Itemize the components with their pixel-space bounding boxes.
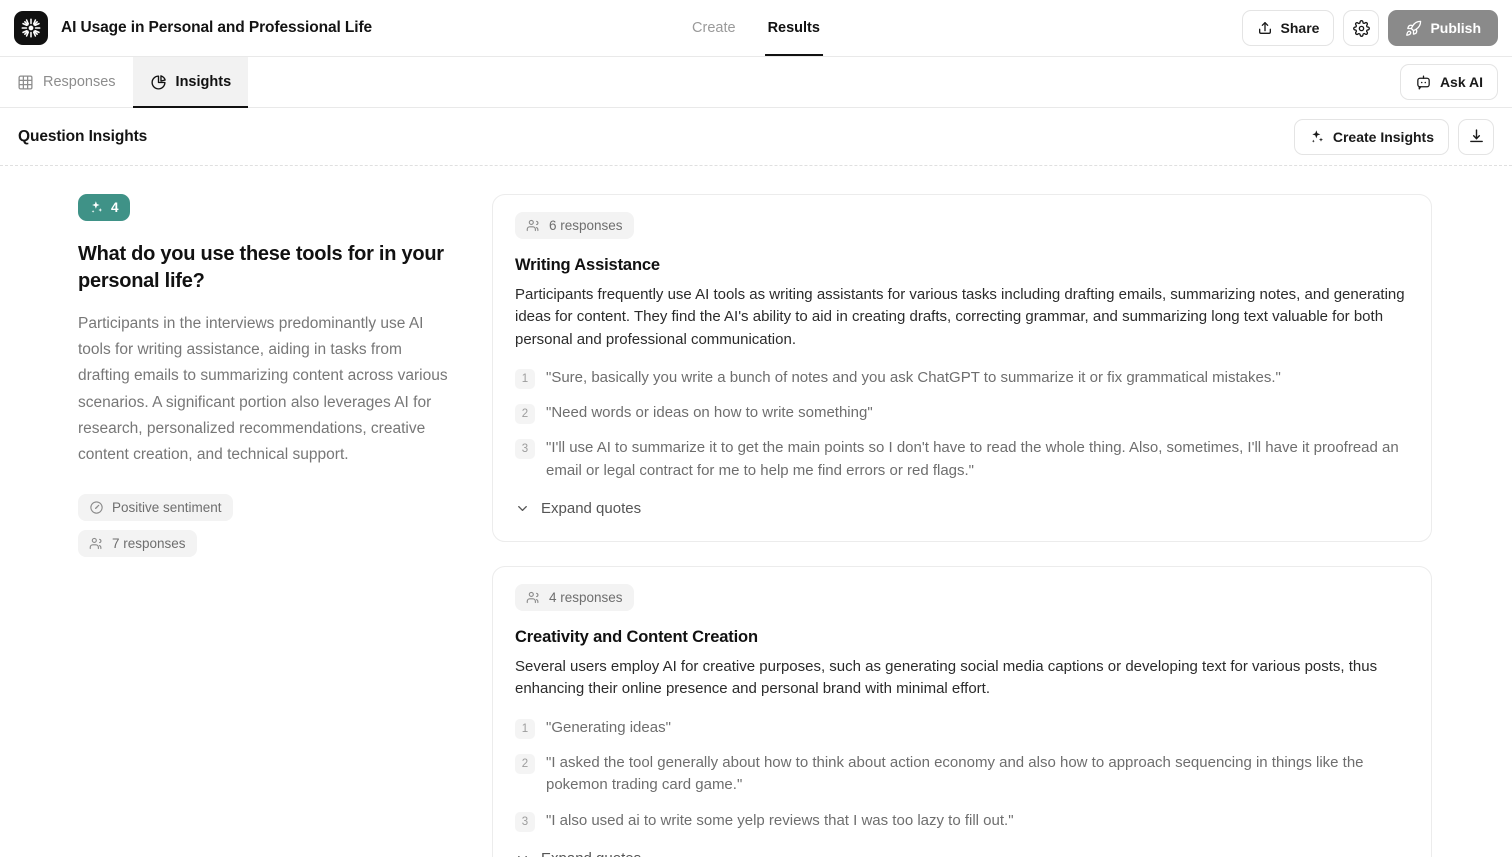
quote-text: "I'll use AI to summarize it to get the …	[546, 437, 1411, 482]
responses-label: 7 responses	[112, 536, 186, 551]
main-tabs: Create Results	[689, 0, 823, 56]
list-item: 2 "Need words or ideas on how to write s…	[515, 402, 1411, 424]
insight-count-badge: 4	[78, 194, 130, 221]
publish-label: Publish	[1430, 20, 1481, 36]
quote-number: 2	[515, 404, 535, 424]
page-header: Question Insights Create Insights	[0, 108, 1512, 166]
table-grid-icon	[17, 74, 34, 91]
card-description: Participants frequently use AI tools as …	[515, 284, 1411, 351]
list-item: 3 "I'll use AI to summarize it to get th…	[515, 437, 1411, 482]
card-quotes: 1 "Sure, basically you write a bunch of …	[515, 367, 1411, 482]
page-title: Question Insights	[18, 128, 147, 146]
card-responses-label: 6 responses	[549, 218, 623, 233]
tab-create[interactable]: Create	[689, 0, 739, 56]
share-label: Share	[1281, 20, 1320, 36]
sub-nav-actions: Ask AI	[1400, 57, 1498, 107]
create-insights-label: Create Insights	[1333, 129, 1434, 145]
top-bar: AI Usage in Personal and Professional Li…	[0, 0, 1512, 57]
chevron-down-icon	[515, 851, 530, 857]
card-description: Several users employ AI for creative pur…	[515, 656, 1411, 701]
publish-button[interactable]: Publish	[1388, 10, 1498, 46]
card-responses-badge: 6 responses	[515, 212, 634, 239]
share-upload-icon	[1257, 20, 1273, 36]
status-badge-sentiment: Positive sentiment	[78, 494, 233, 521]
page-header-actions: Create Insights	[1294, 119, 1494, 155]
settings-button[interactable]	[1343, 10, 1379, 46]
robot-bot-icon	[1415, 74, 1432, 91]
expand-quotes-button[interactable]: Expand quotes	[515, 850, 641, 857]
gear-icon	[1353, 20, 1370, 37]
ask-ai-label: Ask AI	[1440, 74, 1483, 90]
gauge-sentiment-icon	[89, 500, 104, 515]
download-icon	[1468, 128, 1485, 145]
list-item: 3 "I also used ai to write some yelp rev…	[515, 810, 1411, 832]
card-responses-label: 4 responses	[549, 590, 623, 605]
sparkles-icon	[89, 200, 104, 215]
list-item: 1 "Sure, basically you write a bunch of …	[515, 367, 1411, 389]
sparkles-icon	[1309, 129, 1325, 145]
quote-text: "I asked the tool generally about how to…	[546, 752, 1411, 797]
card-quotes: 1 "Generating ideas" 2 "I asked the tool…	[515, 717, 1411, 832]
tab-results[interactable]: Results	[765, 0, 823, 56]
expand-quotes-label: Expand quotes	[541, 500, 641, 517]
quote-number: 1	[515, 369, 535, 389]
quote-number: 2	[515, 754, 535, 774]
users-icon	[526, 590, 541, 605]
share-button[interactable]: Share	[1242, 10, 1335, 46]
list-item: 1 "Generating ideas"	[515, 717, 1411, 739]
app-title: AI Usage in Personal and Professional Li…	[61, 19, 372, 37]
card-title: Writing Assistance	[515, 256, 1411, 275]
expand-quotes-label: Expand quotes	[541, 850, 641, 857]
download-button[interactable]	[1458, 119, 1494, 155]
list-item: 2 "I asked the tool generally about how …	[515, 752, 1411, 797]
quote-number: 3	[515, 812, 535, 832]
sentiment-label: Positive sentiment	[112, 500, 222, 515]
quote-number: 3	[515, 439, 535, 459]
insight-count-value: 4	[111, 200, 119, 215]
question-panel: 4 What do you use these tools for in you…	[0, 194, 492, 857]
insight-card[interactable]: 4 responses Creativity and Content Creat…	[492, 566, 1432, 857]
starburst-logo-icon	[14, 11, 48, 45]
quote-text: "I also used ai to write some yelp revie…	[546, 810, 1014, 832]
question-summary: Participants in the interviews predomina…	[78, 311, 452, 468]
question-title: What do you use these tools for in your …	[78, 241, 452, 295]
rocket-icon	[1405, 20, 1422, 37]
users-icon	[89, 536, 104, 551]
users-icon	[526, 218, 541, 233]
subnav-label-responses: Responses	[43, 74, 116, 90]
subnav-item-responses[interactable]: Responses	[0, 57, 133, 107]
quote-text: "Generating ideas"	[546, 717, 671, 739]
sub-nav: Responses Insights Ask AI	[0, 57, 1512, 108]
content-area: 4 What do you use these tools for in you…	[0, 166, 1512, 857]
subnav-item-insights[interactable]: Insights	[133, 57, 249, 107]
subnav-label-insights: Insights	[176, 74, 232, 90]
question-meta-chips: Positive sentiment 7 responses	[78, 494, 452, 566]
status-badge-responses: 7 responses	[78, 530, 197, 557]
card-title: Creativity and Content Creation	[515, 628, 1411, 647]
ask-ai-button[interactable]: Ask AI	[1400, 64, 1498, 100]
expand-quotes-button[interactable]: Expand quotes	[515, 500, 641, 517]
insight-cards-list: 6 responses Writing Assistance Participa…	[492, 194, 1512, 857]
quote-number: 1	[515, 719, 535, 739]
top-bar-actions: Share Publish	[1242, 10, 1498, 46]
card-responses-badge: 4 responses	[515, 584, 634, 611]
quote-text: "Sure, basically you write a bunch of no…	[546, 367, 1281, 389]
insight-card[interactable]: 6 responses Writing Assistance Participa…	[492, 194, 1432, 542]
chevron-down-icon	[515, 501, 530, 516]
pie-chart-icon	[150, 74, 167, 91]
create-insights-button[interactable]: Create Insights	[1294, 119, 1449, 155]
quote-text: "Need words or ideas on how to write som…	[546, 402, 873, 424]
brand: AI Usage in Personal and Professional Li…	[14, 11, 372, 45]
